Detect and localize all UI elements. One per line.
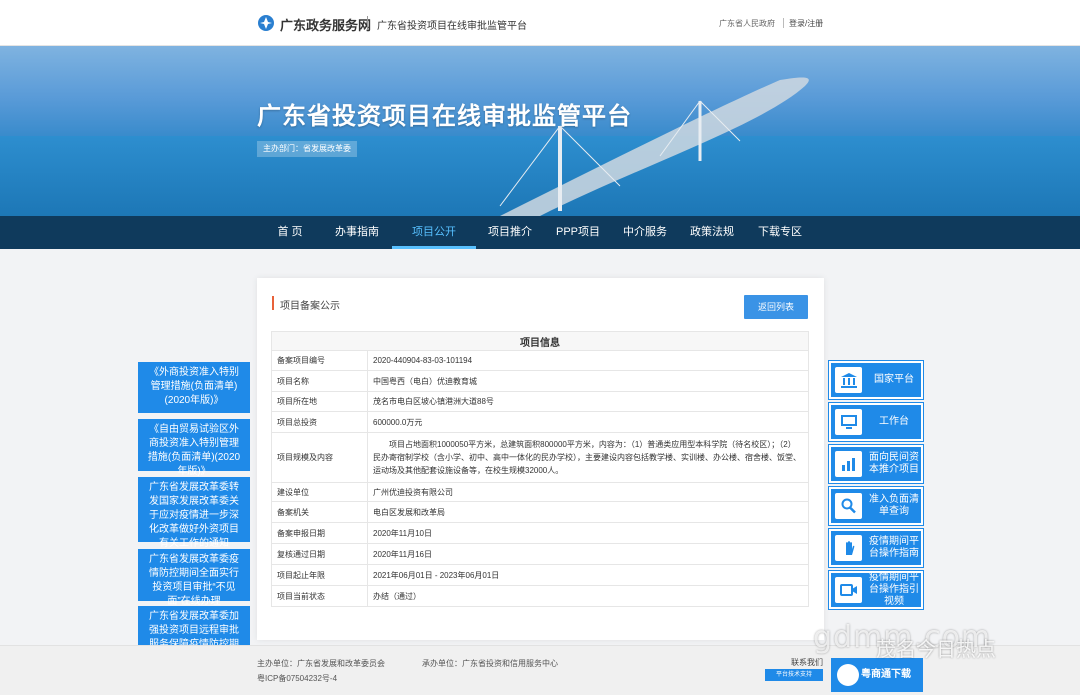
field-value: 办结（通过） <box>367 585 809 607</box>
negative-list-query-button[interactable]: 准入负面清单查询 <box>828 486 924 526</box>
field-label: 复核通过日期 <box>271 543 368 565</box>
nav-item-project-public[interactable]: 项目公开 <box>392 216 476 249</box>
bridge-illustration <box>499 77 809 216</box>
field-label: 备案机关 <box>271 501 368 523</box>
chart-icon <box>835 451 862 477</box>
nav-item-download[interactable]: 下载专区 <box>754 216 806 249</box>
building-icon <box>835 367 862 393</box>
field-value: 600000.0万元 <box>367 411 809 433</box>
field-label: 项目名称 <box>271 370 368 392</box>
field-label: 建设单位 <box>271 482 368 502</box>
hand-icon <box>835 535 862 561</box>
table-row: 项目所在地 茂名市电白区坡心镇港洲大道88号 <box>271 391 809 412</box>
main-nav: 首 页 办事指南 项目公开 项目推介 PPP项目 中介服务 政策法规 下载专区 <box>0 216 1080 249</box>
field-label: 项目起止年限 <box>271 564 368 586</box>
platform-name[interactable]: 广东省投资项目在线审批监管平台 <box>377 17 527 32</box>
table-row: 项目起止年限 2021年06月01日 - 2023年06月01日 <box>271 564 809 586</box>
video-icon <box>835 577 862 603</box>
field-label: 项目所在地 <box>271 391 368 412</box>
nav-item-project-promotion[interactable]: 项目推介 <box>484 216 536 249</box>
left-link-negative-list[interactable]: 《外商投资准入特别管理措施(负面清单)(2020年版)》 <box>138 362 250 413</box>
table-row: 项目名称 中国粤西（电白）优迪教育城 <box>271 370 809 392</box>
site-name[interactable]: 广东政务服务网 <box>280 15 371 34</box>
hero-banner: 广东省投资项目在线审批监管平台 主办部门：省发展改革委 <box>0 46 1080 216</box>
project-card: 项目备案公示 返回列表 项目信息 备案项目编号 2020-440904-83-0… <box>257 278 824 640</box>
field-value: 2020年11月10日 <box>367 522 809 544</box>
field-label: 备案申报日期 <box>271 522 368 544</box>
national-platform-button[interactable]: 国家平台 <box>828 360 924 400</box>
left-link-online-approval[interactable]: 广东省发展改革委疫情防控期间全面实行投资项目审批“不见面”在线办理 <box>138 549 250 607</box>
yueshangtong-icon <box>837 664 859 686</box>
section-marker <box>272 296 274 310</box>
field-value: 茂名市电白区坡心镇港洲大道88号 <box>367 391 809 412</box>
field-value: 2020年11月16日 <box>367 543 809 565</box>
epidemic-guide-button[interactable]: 疫情期间平台操作指南 <box>828 528 924 568</box>
epidemic-guide-label: 疫情期间平台操作指南 <box>869 536 919 559</box>
yueshangtong-download-button[interactable]: 粤商通下载 <box>831 658 923 692</box>
field-value: 项目占地面积1000050平方米，总建筑面积800000平方米，内容为：（1）普… <box>367 432 809 483</box>
field-value: 中国粤西（电白）优迪教育城 <box>367 370 809 392</box>
epidemic-video-button[interactable]: 疫情期间平台操作指引视频 <box>828 570 924 610</box>
tech-support-badge[interactable]: 平台技术支持 <box>765 669 823 681</box>
project-info-table: 项目信息 备案项目编号 2020-440904-83-03-101194 项目名… <box>271 331 809 607</box>
nav-item-agency[interactable]: 中介服务 <box>619 216 671 249</box>
private-capital-button[interactable]: 面向民间资本推介项目 <box>828 444 924 484</box>
field-value: 广州优迪投资有限公司 <box>367 482 809 502</box>
negative-list-query-label: 准入负面清单查询 <box>869 494 919 517</box>
workbench-label: 工作台 <box>879 416 909 427</box>
icp-number[interactable]: 粤ICP备07504232号-4 <box>257 673 337 684</box>
section-title: 项目备案公示 <box>280 301 340 312</box>
workbench-button[interactable]: 工作台 <box>828 402 924 442</box>
private-capital-label: 面向民间资本推介项目 <box>869 452 919 475</box>
operator-unit: 承办单位：广东省投资和信用服务中心 <box>422 659 558 668</box>
field-label: 项目当前状态 <box>271 585 368 607</box>
field-label: 项目总投资 <box>271 411 368 433</box>
field-value: 2020-440904-83-03-101194 <box>367 350 809 371</box>
field-label: 备案项目编号 <box>271 350 368 371</box>
epidemic-video-label: 疫情期间平台操作指引视频 <box>869 572 919 607</box>
table-row: 备案申报日期 2020年11月10日 <box>271 522 809 544</box>
national-platform-label: 国家平台 <box>874 374 914 385</box>
table-row: 备案机关 电白区发展和改革局 <box>271 501 809 523</box>
yueshangtong-label: 粤商通下载 <box>861 669 911 680</box>
table-title: 项目信息 <box>271 331 809 351</box>
table-row: 复核通过日期 2020年11月16日 <box>271 543 809 565</box>
table-row: 建设单位 广州优迪投资有限公司 <box>271 482 809 502</box>
divider <box>783 18 784 28</box>
left-link-ftz-negative-list[interactable]: 《自由贸易试验区外商投资准入特别管理措施(负面清单)(2020年版)》 <box>138 419 250 477</box>
table-row: 项目总投资 600000.0万元 <box>271 411 809 433</box>
field-label: 项目规模及内容 <box>271 432 368 483</box>
host-department-badge: 主办部门：省发展改革委 <box>257 141 357 157</box>
top-bar: 广东政务服务网 广东省投资项目在线审批监管平台 广东省人民政府 登录/注册 <box>0 0 1080 46</box>
nav-item-policy[interactable]: 政策法规 <box>686 216 738 249</box>
guangdong-logo-icon[interactable] <box>257 14 275 32</box>
contact-us-link[interactable]: 联系我们 <box>791 657 823 668</box>
table-row: 备案项目编号 2020-440904-83-03-101194 <box>271 350 809 371</box>
host-unit: 主办单位：广东省发展和改革委员会 <box>257 659 385 668</box>
left-link-foreign-investment[interactable]: 广东省发展改革委转发国家发展改革委关于应对疫情进一步深化改革做好外资项目有关工作… <box>138 477 250 549</box>
table-row: 项目规模及内容 项目占地面积1000050平方米，总建筑面积800000平方米，… <box>271 432 809 483</box>
login-register-link[interactable]: 登录/注册 <box>789 18 823 29</box>
search-icon <box>835 493 862 519</box>
nav-item-home[interactable]: 首 页 <box>266 216 314 249</box>
gov-link[interactable]: 广东省人民政府 <box>719 18 775 29</box>
nav-item-ppp[interactable]: PPP项目 <box>553 216 603 249</box>
field-value: 2021年06月01日 - 2023年06月01日 <box>367 564 809 586</box>
nav-item-guide[interactable]: 办事指南 <box>331 216 383 249</box>
watermark-caption: 茂名今日热点 <box>876 639 996 661</box>
table-row: 项目当前状态 办结（通过） <box>271 585 809 607</box>
divider <box>367 16 368 30</box>
field-value: 电白区发展和改革局 <box>367 501 809 523</box>
back-to-list-button[interactable]: 返回列表 <box>744 295 808 319</box>
banner-title: 广东省投资项目在线审批监管平台 <box>257 103 632 130</box>
monitor-icon <box>835 409 862 435</box>
